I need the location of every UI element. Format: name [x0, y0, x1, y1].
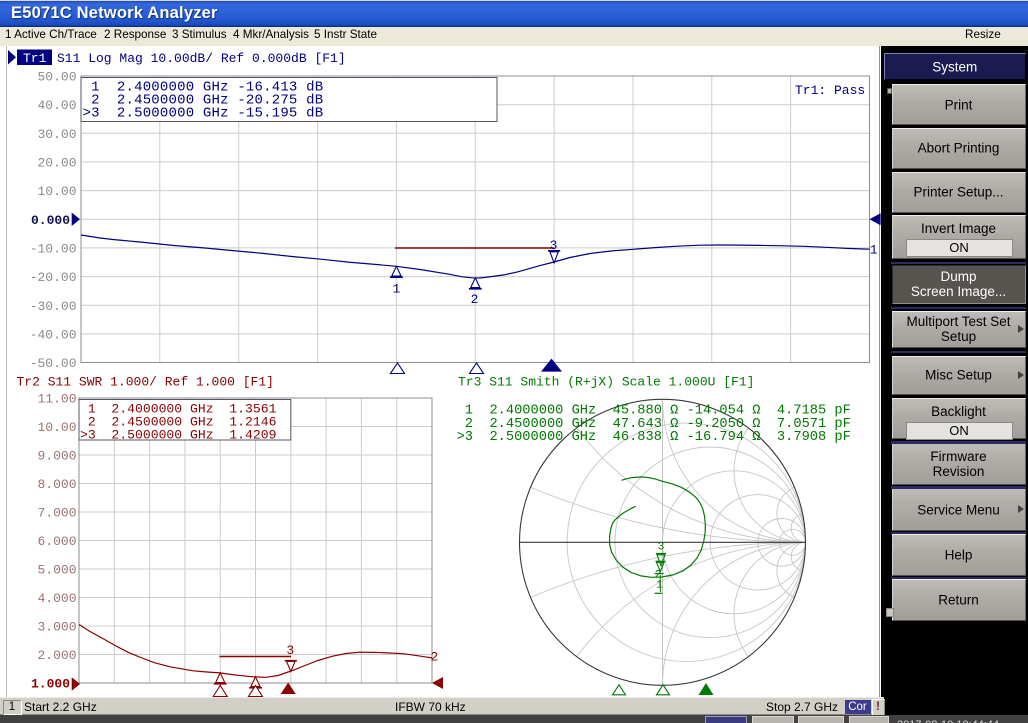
svg-text:1: 1: [870, 242, 878, 257]
svg-text:8.000: 8.000: [37, 477, 76, 492]
svg-text:>3 2.5000000 GHz 46.838 Ω -1: >3 2.5000000 GHz 46.838 Ω -16.794 Ω 3.79…: [457, 430, 851, 445]
svg-text:1: 1: [656, 580, 663, 592]
svg-text:5.000: 5.000: [37, 563, 76, 578]
svg-text:-20.00: -20.00: [30, 270, 77, 285]
svg-text:Tr1: Pass: Tr1: Pass: [795, 83, 865, 98]
svg-text:3: 3: [658, 542, 665, 554]
svg-text:>3 2.5000000 GHz 1.4209: >3 2.5000000 GHz 1.4209: [80, 428, 276, 443]
svg-text:3: 3: [550, 238, 558, 253]
svg-text:50.00: 50.00: [37, 70, 76, 85]
svg-text:2: 2: [431, 650, 439, 665]
svg-text:-40.00: -40.00: [30, 328, 77, 343]
svg-text:2: 2: [471, 292, 479, 307]
svg-text:1: 1: [392, 282, 400, 297]
svg-text:Tr1: Tr1: [23, 51, 47, 66]
svg-text:40.00: 40.00: [37, 98, 76, 113]
svg-text:10.00: 10.00: [37, 420, 76, 435]
svg-text:4.000: 4.000: [37, 591, 76, 606]
svg-text:20.00: 20.00: [37, 156, 76, 171]
svg-text:10.00: 10.00: [37, 184, 76, 199]
svg-text:11.00: 11.00: [37, 392, 76, 407]
svg-text:-50.00: -50.00: [30, 356, 77, 371]
svg-text:2.000: 2.000: [37, 648, 76, 663]
svg-text:30.00: 30.00: [37, 127, 76, 142]
svg-text:0.000: 0.000: [31, 213, 70, 228]
svg-text:3: 3: [286, 643, 294, 658]
svg-text:-10.00: -10.00: [30, 242, 77, 257]
svg-text:S11 Log Mag 10.00dB/ Ref 0.000: S11 Log Mag 10.00dB/ Ref 0.000dB [F1]: [57, 51, 346, 66]
svg-text:9.000: 9.000: [37, 449, 76, 464]
svg-text:6.000: 6.000: [37, 534, 76, 549]
svg-text:7.000: 7.000: [37, 506, 76, 521]
svg-text:Tr3 S11 Smith (R+jX) Scale 1.0: Tr3 S11 Smith (R+jX) Scale 1.000U [F1]: [458, 375, 754, 390]
svg-text:>3 2.5000000 GHz -15.195 dB: >3 2.5000000 GHz -15.195 dB: [83, 106, 324, 122]
svg-text:Tr2 S11 SWR 1.000/ Ref 1.000 [: Tr2 S11 SWR 1.000/ Ref 1.000 [F1]: [17, 375, 274, 390]
svg-text:3.000: 3.000: [37, 620, 76, 635]
svg-text:1.000: 1.000: [31, 677, 70, 692]
svg-text:-30.00: -30.00: [30, 299, 77, 314]
